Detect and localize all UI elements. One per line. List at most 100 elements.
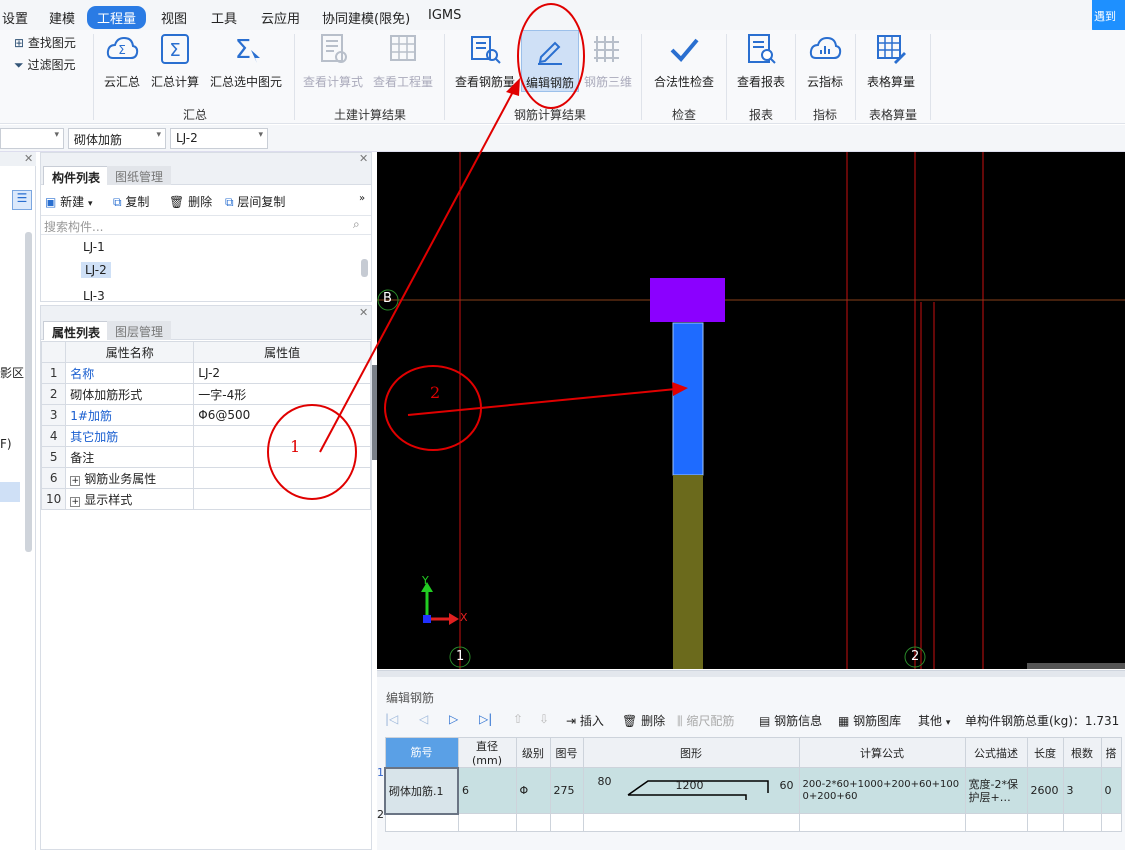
- item-select[interactable]: LJ-2 ▾: [170, 128, 268, 149]
- floor-select[interactable]: ▾: [0, 128, 64, 149]
- property-value[interactable]: [193, 425, 371, 447]
- menu-settings[interactable]: 设置: [2, 8, 28, 27]
- count-cell[interactable]: 3: [1062, 767, 1102, 814]
- empty-cell[interactable]: [457, 813, 517, 832]
- delete-row-button[interactable]: 🗑 删除: [622, 712, 665, 729]
- search-box[interactable]: 搜索构件... ⌕: [41, 215, 371, 235]
- property-value[interactable]: 一字-4形: [193, 383, 371, 405]
- empty-cell[interactable]: [582, 813, 800, 832]
- copy-button[interactable]: ⧉ 复制: [113, 193, 149, 210]
- expand-icon[interactable]: +: [70, 475, 81, 486]
- menu-tools[interactable]: 工具: [211, 8, 237, 27]
- shape-cell[interactable]: 80 1200 60: [582, 767, 800, 814]
- empty-cell[interactable]: [964, 813, 1028, 832]
- view-quantity-button[interactable]: 查看工程量: [370, 30, 436, 92]
- other-menu-button[interactable]: 其他 ▾: [918, 712, 950, 729]
- table-row[interactable]: 10 + 显示样式: [40, 488, 371, 510]
- view-report-button[interactable]: 查看报表: [732, 30, 790, 92]
- validity-check-button[interactable]: 合法性检查: [648, 30, 720, 92]
- expand-icon[interactable]: +: [70, 496, 81, 507]
- property-value[interactable]: LJ-2: [193, 362, 371, 384]
- property-value[interactable]: [193, 467, 371, 489]
- move-up-icon[interactable]: ⇧: [513, 712, 523, 726]
- empty-cell[interactable]: [1026, 813, 1064, 832]
- move-down-icon[interactable]: ⇩: [539, 712, 549, 726]
- menu-view[interactable]: 视图: [161, 8, 187, 27]
- menu-quantity[interactable]: 工程量: [87, 6, 147, 29]
- table-row[interactable]: 6 + 钢筋业务属性: [40, 467, 371, 489]
- table-row[interactable]: 2 砌体加筋形式 一字-4形: [40, 383, 371, 405]
- table-row[interactable]: 5 备注: [40, 446, 371, 468]
- grade-cell[interactable]: Φ: [515, 767, 551, 814]
- menu-cloud[interactable]: 云应用: [261, 8, 300, 27]
- view-formula-button[interactable]: 查看计算式: [300, 30, 366, 92]
- summary-selected-button[interactable]: Σ 汇总选中图元: [206, 30, 286, 92]
- type-select[interactable]: 砌体加筋 ▾: [68, 128, 166, 149]
- summary-calc-button[interactable]: Σ 汇总计算: [148, 30, 202, 92]
- diameter-cell[interactable]: 6: [457, 767, 517, 814]
- shape-right-value[interactable]: 60: [780, 779, 794, 792]
- cloud-index-button[interactable]: 云指标: [800, 30, 850, 92]
- menu-modeling[interactable]: 建模: [49, 8, 75, 27]
- empty-cell[interactable]: [1100, 813, 1122, 832]
- table-row[interactable]: 砌体加筋.1 6 Φ 275 80 1200 60 200-2*60+1000+…: [384, 766, 1122, 815]
- property-name-expandable[interactable]: + 显示样式: [65, 488, 195, 510]
- formula-desc-cell[interactable]: 宽度-2*保护层+…: [964, 767, 1028, 814]
- view-rebar-button[interactable]: 查看钢筋量: [452, 30, 518, 92]
- rebar-info-button[interactable]: ▤ 钢筋信息: [759, 712, 822, 729]
- help-button[interactable]: 遇到: [1092, 0, 1125, 32]
- floor-copy-button[interactable]: ⧉ 层间复制: [225, 193, 285, 210]
- list-scrollbar[interactable]: [361, 259, 368, 277]
- table-row[interactable]: 1 名称 LJ-2: [40, 362, 371, 384]
- property-value[interactable]: Φ6@500: [193, 404, 371, 426]
- tab-property-list[interactable]: 属性列表: [43, 321, 110, 340]
- rebar-library-button[interactable]: ▦ 钢筋图库: [838, 712, 901, 729]
- delete-button[interactable]: 🗑 删除: [169, 193, 212, 210]
- tab-layer-manage[interactable]: 图层管理: [107, 321, 172, 340]
- list-item[interactable]: LJ-3: [83, 289, 105, 301]
- empty-cell[interactable]: [384, 813, 459, 832]
- last-icon[interactable]: ▷|: [479, 712, 492, 726]
- wall-element[interactable]: [673, 475, 703, 669]
- empty-cell[interactable]: [515, 813, 551, 832]
- empty-cell[interactable]: [1062, 813, 1102, 832]
- find-element-button[interactable]: ⊞ 查找图元: [14, 34, 76, 51]
- first-icon[interactable]: |◁: [385, 712, 398, 726]
- prev-icon[interactable]: ◁: [419, 712, 428, 726]
- close-icon[interactable]: ✕: [24, 152, 33, 165]
- list-view-icon[interactable]: ☰: [12, 190, 32, 210]
- formula-cell[interactable]: 200-2*60+1000+200+60+1000+200+60: [798, 767, 966, 814]
- property-name-expandable[interactable]: + 钢筋业务属性: [65, 467, 195, 489]
- more-icon[interactable]: »: [359, 193, 365, 204]
- panel-handle[interactable]: [377, 671, 1125, 677]
- wall-reinforcement-selected[interactable]: [672, 322, 704, 476]
- table-calc-button[interactable]: 表格算量: [860, 30, 922, 92]
- table-row[interactable]: 4 其它加筋: [40, 425, 371, 447]
- tab-component-list[interactable]: 构件列表: [43, 166, 110, 185]
- drawing-canvas[interactable]: B 1 2 Y X: [377, 152, 1125, 669]
- canvas-scrollbar[interactable]: [1027, 663, 1125, 669]
- menu-collab[interactable]: 协同建模(限免): [322, 8, 410, 27]
- shape-left-value[interactable]: 80: [598, 775, 612, 788]
- filter-element-button[interactable]: ⏷ 过滤图元: [14, 56, 75, 73]
- cloud-summary-button[interactable]: Σ 云汇总: [100, 30, 144, 92]
- new-button[interactable]: ▣ 新建 ▾: [45, 193, 93, 210]
- property-value[interactable]: [193, 446, 371, 468]
- lap-cell[interactable]: 0: [1100, 767, 1122, 814]
- next-icon[interactable]: ▷: [449, 712, 458, 726]
- insert-button[interactable]: ⇥ 插入: [566, 712, 604, 729]
- list-item-selected[interactable]: LJ-2: [81, 262, 111, 278]
- tab-drawing-manage[interactable]: 图纸管理: [107, 166, 172, 185]
- empty-cell[interactable]: [798, 813, 966, 832]
- shape-mid-value[interactable]: 1200: [676, 779, 704, 792]
- nav-selected-item[interactable]: [0, 482, 20, 502]
- table-row-empty[interactable]: [384, 813, 1122, 832]
- rebar-name-cell[interactable]: 砌体加筋.1: [384, 766, 459, 815]
- length-cell[interactable]: 2600: [1026, 767, 1064, 814]
- scale-rebar-button[interactable]: ⫼ 缩尺配筋: [677, 712, 734, 729]
- figure-number-cell[interactable]: 275: [549, 767, 584, 814]
- column-element[interactable]: [650, 278, 725, 322]
- list-item[interactable]: LJ-1: [83, 240, 105, 254]
- menu-igms[interactable]: IGMS: [428, 8, 461, 23]
- property-value[interactable]: [193, 488, 371, 510]
